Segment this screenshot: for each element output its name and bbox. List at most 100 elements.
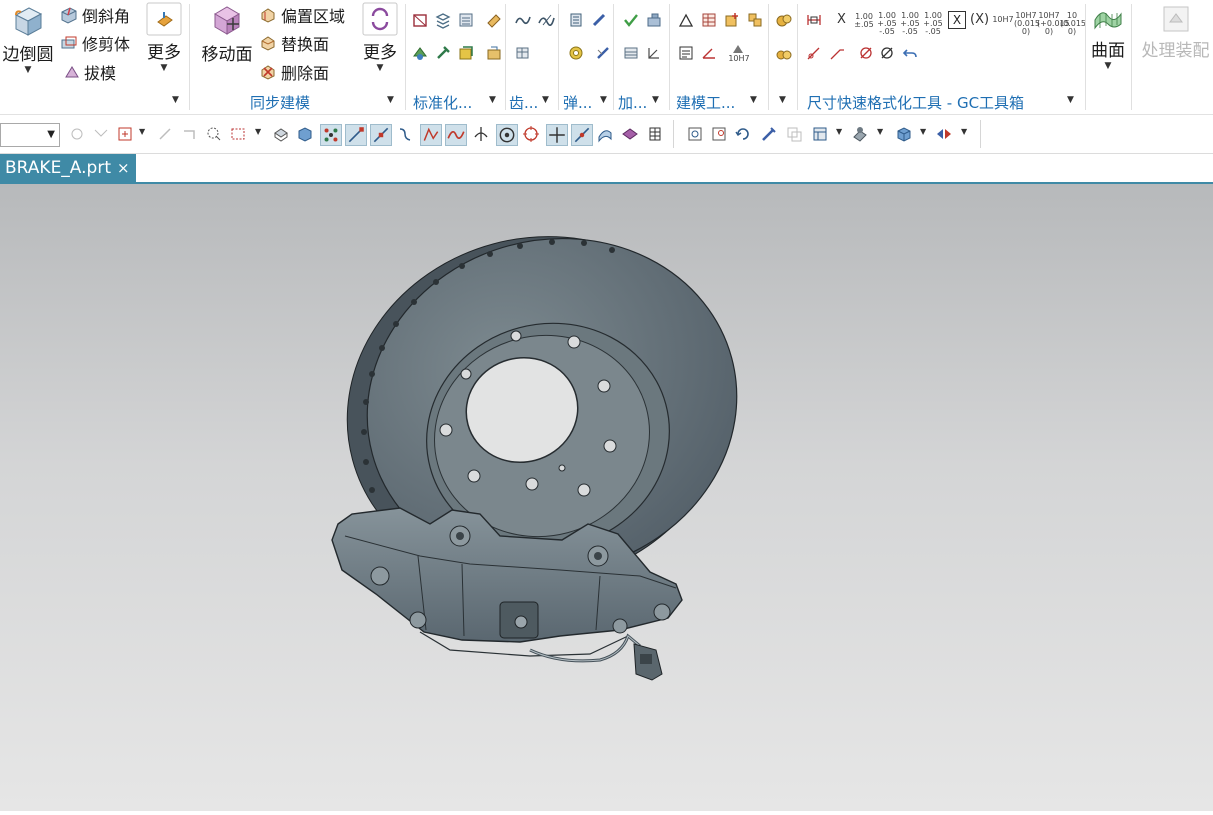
dimension-format-2[interactable]: 1.00 +.05 -.05 bbox=[876, 12, 898, 36]
component-yellow-icon[interactable] bbox=[457, 44, 475, 62]
select-disabled-icon[interactable] bbox=[68, 125, 86, 143]
select-chain-disabled-icon[interactable] bbox=[156, 125, 174, 143]
database-icon[interactable] bbox=[457, 11, 475, 29]
zoom-window-icon[interactable] bbox=[710, 125, 728, 143]
graphics-viewport[interactable] bbox=[0, 184, 1213, 811]
dimension-fit-1[interactable]: 10H7 bbox=[992, 16, 1014, 24]
select-region-icon[interactable] bbox=[205, 125, 223, 143]
render-style-icon[interactable] bbox=[811, 125, 829, 143]
show-hide-icon[interactable] bbox=[935, 125, 953, 143]
dimension-fit-4[interactable]: 10 (0.015 0) bbox=[1060, 12, 1086, 36]
machining-table-icon[interactable] bbox=[622, 44, 640, 62]
snap-on-curve-icon[interactable] bbox=[571, 124, 593, 146]
snap-endpoint-icon[interactable] bbox=[345, 124, 367, 146]
gear-dropdown-icon[interactable]: ▼ bbox=[542, 95, 549, 105]
gold-coins-icon[interactable] bbox=[775, 44, 793, 62]
type-filter-dropdown[interactable]: ▼ bbox=[0, 123, 60, 147]
select-box-icon[interactable] bbox=[116, 125, 134, 143]
dimension-fit-2[interactable]: 10H7 (0.015 0) bbox=[1014, 12, 1040, 36]
rectangle-select-icon[interactable] bbox=[229, 125, 247, 143]
chevron-down-icon[interactable]: ▼ bbox=[961, 127, 967, 136]
body-select-icon[interactable] bbox=[272, 125, 290, 143]
chevron-down-icon[interactable]: ▼ bbox=[145, 63, 183, 73]
measure-icon[interactable] bbox=[700, 44, 718, 62]
eraser-icon[interactable] bbox=[485, 11, 503, 29]
solid-body-icon[interactable] bbox=[296, 125, 314, 143]
replace-face-button[interactable]: 替换面 bbox=[259, 31, 329, 55]
leader-arrow-icon[interactable] bbox=[828, 44, 846, 62]
snap-control-point-icon[interactable] bbox=[420, 124, 442, 146]
dimension-format-4[interactable]: 1.00 +.05 -.05 bbox=[922, 12, 944, 36]
draft-button[interactable]: 拔模 bbox=[64, 60, 116, 84]
layer-stack-icon[interactable] bbox=[434, 11, 452, 29]
spreadsheet-icon[interactable] bbox=[700, 11, 718, 29]
document-tab[interactable]: BRAKE_A.prt × bbox=[0, 154, 136, 182]
spring-icon[interactable] bbox=[590, 11, 608, 29]
dimension-fit-3[interactable]: 10H7 (+0.015 0) bbox=[1037, 12, 1070, 36]
chevron-down-icon[interactable]: ▼ bbox=[2, 65, 54, 75]
diameter-alt-icon[interactable] bbox=[878, 44, 896, 62]
standard-part-icon[interactable] bbox=[411, 11, 429, 29]
pan-view-icon[interactable] bbox=[760, 125, 778, 143]
snap-quadrant-icon[interactable] bbox=[522, 125, 540, 143]
more-features-button[interactable]: 更多 ▼ bbox=[145, 2, 183, 73]
component-hammer-icon[interactable] bbox=[434, 44, 452, 62]
component-box-icon[interactable] bbox=[485, 44, 503, 62]
spring-list-icon[interactable] bbox=[567, 11, 585, 29]
brake-assembly-model[interactable] bbox=[0, 184, 1213, 811]
document-icon[interactable] bbox=[677, 44, 695, 62]
leader-line-icon[interactable] bbox=[805, 44, 823, 62]
machining-dropdown-icon[interactable]: ▼ bbox=[652, 95, 659, 105]
chevron-down-icon[interactable]: ▼ bbox=[255, 127, 261, 136]
snap-bounded-grid-icon[interactable] bbox=[646, 125, 664, 143]
delete-face-button[interactable]: 删除面 bbox=[259, 60, 329, 84]
component-green-icon[interactable] bbox=[411, 44, 429, 62]
snap-face-icon[interactable] bbox=[621, 125, 639, 143]
standardization-dropdown-icon[interactable]: ▼ bbox=[489, 95, 496, 105]
trim-body-button[interactable]: 修剪体 bbox=[60, 31, 130, 55]
check-icon[interactable] bbox=[622, 11, 640, 29]
rotate-view-icon[interactable] bbox=[734, 125, 752, 143]
edge-blend-button[interactable]: 边倒圆 ▼ bbox=[2, 4, 54, 75]
sync-group-dropdown-icon[interactable]: ▼ bbox=[387, 95, 394, 105]
snap-intersection-icon[interactable] bbox=[472, 125, 490, 143]
chevron-down-icon[interactable]: ▼ bbox=[139, 127, 145, 136]
select-feature-disabled-icon[interactable] bbox=[180, 125, 198, 143]
process-assembly-button[interactable]: 处理装配 bbox=[1138, 4, 1213, 61]
snap-midpoint-icon[interactable] bbox=[370, 124, 392, 146]
snap-curve-icon[interactable] bbox=[396, 125, 414, 143]
select-filter-disabled-icon[interactable] bbox=[92, 125, 110, 143]
chevron-down-icon[interactable]: ▼ bbox=[1089, 61, 1127, 71]
chevron-down-icon[interactable]: ▼ bbox=[361, 63, 399, 73]
close-icon[interactable]: × bbox=[117, 154, 130, 182]
edit-section-icon[interactable] bbox=[851, 125, 869, 143]
diameter-icon[interactable] bbox=[857, 44, 875, 62]
dimension-align-icon[interactable] bbox=[805, 11, 823, 29]
gold-stack-icon[interactable] bbox=[775, 11, 793, 29]
view-orientation-icon[interactable] bbox=[895, 125, 913, 143]
undo-format-icon[interactable] bbox=[901, 44, 919, 62]
modeling-tools-dropdown-icon[interactable]: ▼ bbox=[750, 95, 757, 105]
spring-delete-icon[interactable] bbox=[594, 44, 612, 62]
tolerance-tool-button[interactable]: 10H7 bbox=[727, 43, 751, 63]
move-face-button[interactable]: 移动面 bbox=[199, 2, 255, 65]
snap-spline-icon[interactable] bbox=[445, 124, 467, 146]
fit-view-icon[interactable] bbox=[686, 125, 704, 143]
gear-pair-icon[interactable] bbox=[537, 11, 555, 29]
dimension-paren-x-button[interactable]: (X) bbox=[970, 12, 989, 27]
dimension-x-button[interactable]: X bbox=[837, 12, 846, 27]
offset-region-button[interactable]: 偏置区域 bbox=[259, 3, 345, 27]
perspective-disabled-icon[interactable] bbox=[785, 125, 803, 143]
snap-existing-point-icon[interactable] bbox=[546, 124, 568, 146]
snap-on-surface-icon[interactable] bbox=[596, 125, 614, 143]
dimension-format-1[interactable]: 1.00 ±.05 bbox=[853, 13, 875, 29]
misc-dropdown-icon[interactable]: ▼ bbox=[779, 95, 786, 105]
chevron-down-icon[interactable]: ▼ bbox=[877, 127, 883, 136]
dimension-tools-dropdown-icon[interactable]: ▼ bbox=[1067, 95, 1074, 105]
spring-dropdown-icon[interactable]: ▼ bbox=[600, 95, 607, 105]
snap-points-icon[interactable] bbox=[320, 124, 342, 146]
fixture-icon[interactable] bbox=[645, 11, 663, 29]
surface-button[interactable]: 曲面 ▼ bbox=[1089, 4, 1127, 71]
chevron-down-icon[interactable]: ▼ bbox=[836, 127, 842, 136]
dimension-format-3[interactable]: 1.00 +.05 -.05 bbox=[899, 12, 921, 36]
